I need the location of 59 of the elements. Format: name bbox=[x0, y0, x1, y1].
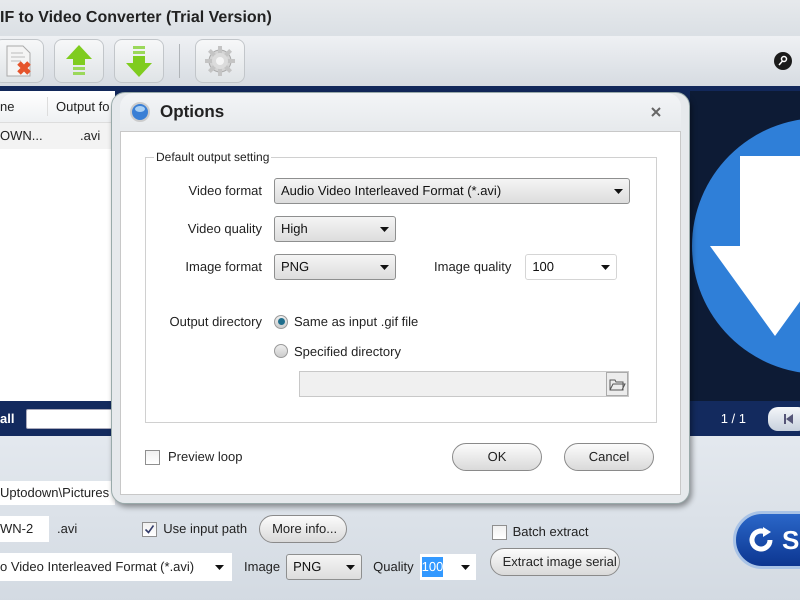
video-quality-select[interactable]: High bbox=[274, 216, 396, 242]
extract-image-serial-button[interactable]: Extract image serial bbox=[490, 548, 620, 576]
radio-button[interactable] bbox=[274, 314, 288, 329]
caret-icon bbox=[380, 226, 389, 232]
caret-icon bbox=[460, 564, 470, 570]
toolbar-button[interactable] bbox=[0, 39, 44, 83]
image-quality-select[interactable]: 100 bbox=[525, 254, 618, 280]
page-counter: 1 / 1 bbox=[720, 410, 746, 428]
dialog-button[interactable]: Cancel bbox=[564, 443, 654, 471]
use-input-path-label: Use input path bbox=[163, 520, 248, 538]
directory-field[interactable] bbox=[299, 371, 629, 397]
caret-icon bbox=[346, 564, 356, 570]
column-header[interactable]: ne bbox=[0, 96, 48, 116]
filter-label: all bbox=[0, 410, 14, 428]
radio-label: Same as input .gif file bbox=[294, 313, 418, 331]
batch-extract-checkbox[interactable] bbox=[492, 524, 507, 540]
preview-loop-checkbox[interactable] bbox=[145, 450, 160, 464]
more-info-button[interactable]: More info... bbox=[259, 515, 348, 543]
image-label: Image bbox=[244, 558, 280, 576]
path-field[interactable]: Uptodown\Pictures bbox=[0, 481, 115, 505]
start-button[interactable]: S bbox=[733, 511, 800, 569]
table-cell-text: OWN... bbox=[0, 127, 44, 146]
skip-back-icon bbox=[783, 414, 793, 424]
caret-icon bbox=[215, 564, 224, 570]
radio-button[interactable] bbox=[274, 344, 288, 358]
field-label: Video format bbox=[188, 182, 262, 200]
first-page-button[interactable] bbox=[768, 406, 800, 430]
image-format-select[interactable]: PNG bbox=[274, 254, 396, 280]
table-cell-text: .avi bbox=[80, 127, 100, 146]
use-input-path-checkbox[interactable] bbox=[142, 522, 158, 536]
dialog-button[interactable]: OK bbox=[452, 443, 542, 471]
field-label: Output directory bbox=[168, 313, 262, 331]
name-field[interactable]: WN-2 bbox=[0, 516, 49, 542]
settings-icon bbox=[203, 44, 237, 78]
caret-icon bbox=[614, 188, 623, 194]
toolbar-button[interactable] bbox=[195, 39, 245, 83]
window-title: IF to Video Converter (Trial Version) bbox=[0, 8, 272, 28]
field-label: Image quality bbox=[434, 258, 512, 276]
extension-label: .avi bbox=[57, 520, 78, 538]
format-select[interactable]: o Video Interleaved Format (*.avi) bbox=[0, 553, 232, 581]
field-label: Video quality bbox=[186, 220, 262, 238]
radio-label: Specified directory bbox=[294, 342, 401, 361]
toolbar-button[interactable] bbox=[114, 39, 164, 83]
arrow-down-icon bbox=[124, 43, 154, 79]
close-icon[interactable] bbox=[651, 107, 661, 117]
group-title: Default output setting bbox=[155, 149, 270, 166]
dialog-title: Options bbox=[160, 101, 224, 124]
caret-icon bbox=[601, 264, 610, 270]
caret-icon bbox=[380, 264, 389, 270]
preview-loop-label: Preview loop bbox=[168, 448, 242, 466]
batch-extract-label: Batch extract bbox=[512, 523, 588, 542]
folder-icon[interactable] bbox=[606, 372, 628, 396]
column-header[interactable]: Output fo bbox=[48, 96, 110, 116]
app-orb-icon bbox=[130, 102, 150, 122]
quality-label: Quality bbox=[373, 558, 414, 576]
toolbar-button[interactable] bbox=[54, 39, 104, 83]
field-label: Image format bbox=[184, 258, 262, 276]
image-format-select[interactable]: PNG bbox=[286, 554, 362, 580]
video-format-select[interactable]: Audio Video Interleaved Format (*.avi) bbox=[274, 178, 630, 204]
